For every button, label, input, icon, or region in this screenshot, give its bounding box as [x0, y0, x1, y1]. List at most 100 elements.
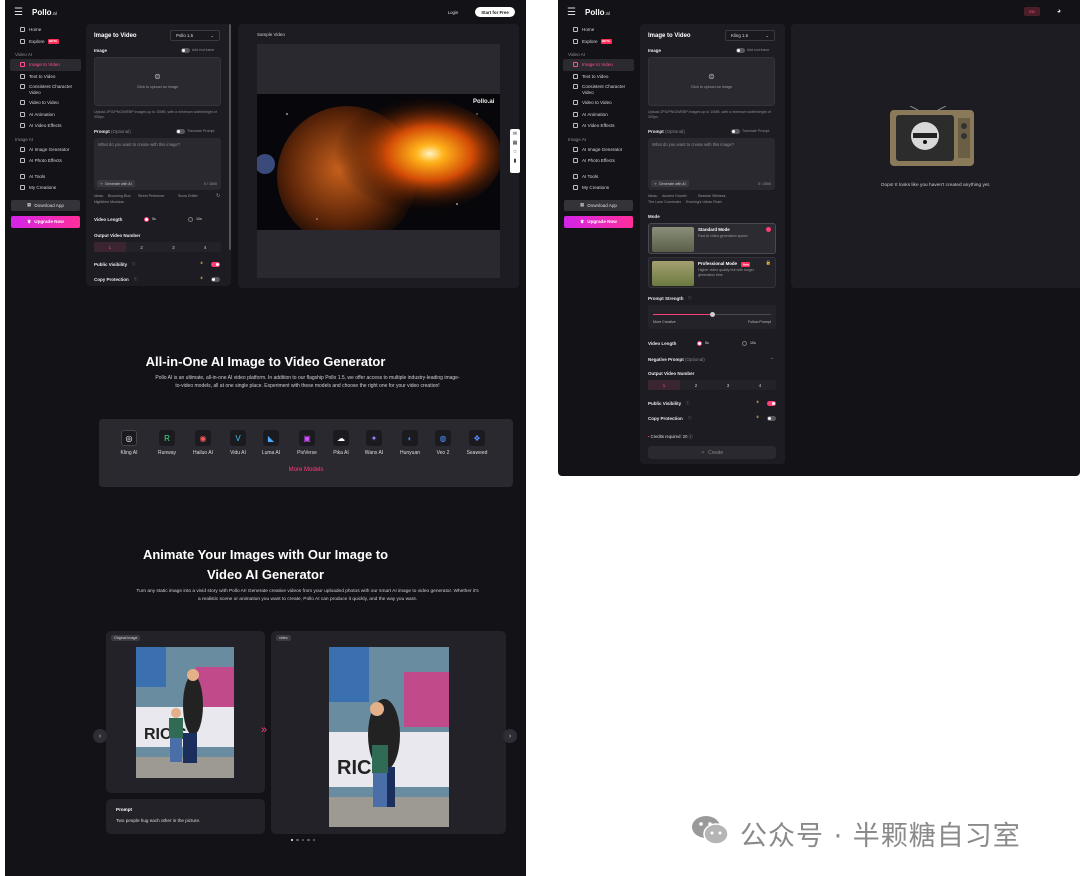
model-seaweed[interactable]: ❖ Seaweed	[462, 430, 492, 456]
model-runway[interactable]: R Runway	[152, 430, 182, 456]
model-veo[interactable]: ◍ Veo 2	[428, 430, 458, 456]
carousel-next-button[interactable]: ›	[503, 729, 517, 743]
standard-mode-card[interactable]: Standard Mode Fast AI video generation s…	[648, 223, 776, 254]
star-icon[interactable]: ☆	[510, 147, 520, 156]
idea-tag[interactable]: Seaside Stillness	[698, 194, 725, 198]
image-upload-area[interactable]: ⊜ Click to upload an image	[648, 57, 775, 106]
output-option-3[interactable]: 3	[158, 242, 190, 252]
nav-ai-animation[interactable]: AI Animation	[10, 109, 81, 121]
video-player[interactable]: Pollo.ai	[257, 44, 500, 278]
refresh-icon[interactable]: ↻	[216, 193, 220, 199]
language-badge[interactable]: EN	[1024, 7, 1040, 16]
output-option-3[interactable]: 3	[712, 380, 744, 390]
carousel-dot[interactable]	[296, 839, 299, 842]
output-option-4[interactable]: 4	[189, 242, 221, 252]
model-pika[interactable]: ☁ Pika AI	[326, 430, 356, 456]
menu-icon[interactable]: ☰	[567, 7, 579, 18]
idea-tag[interactable]: Snow Drifter	[178, 194, 198, 198]
prompt-textarea[interactable]: What do you want to create with this ima…	[94, 138, 221, 190]
output-option-1[interactable]: 1	[94, 242, 126, 252]
nav-ai-photo-effects[interactable]: AI Photo Effects	[10, 155, 81, 167]
upgrade-now-button[interactable]: ♛ Upgrade Now	[11, 215, 80, 228]
more-models-link[interactable]: More Models	[99, 467, 513, 473]
nav-ai-animation[interactable]: AI Animation	[563, 109, 634, 121]
model-select[interactable]: Kling 1.6 ⌄	[725, 30, 775, 41]
translate-toggle[interactable]	[176, 129, 185, 134]
length-5s-radio[interactable]	[144, 217, 149, 222]
length-5s-radio[interactable]	[697, 341, 702, 346]
nav-consistent-character[interactable]: Consistent Character Video	[563, 82, 634, 97]
length-10s-radio[interactable]	[188, 217, 193, 222]
nav-explore[interactable]: Explore BETA	[10, 36, 81, 48]
copy-protection-toggle[interactable]	[211, 277, 220, 282]
carousel-prev-button[interactable]: ‹	[93, 729, 107, 743]
end-frame-toggle[interactable]	[181, 48, 190, 53]
start-free-button[interactable]: Start for Free	[475, 7, 515, 17]
nav-text-to-video[interactable]: Text to Video	[563, 71, 634, 83]
nav-home[interactable]: Home	[563, 24, 634, 36]
result-video-frame[interactable]: RICIS	[329, 647, 449, 827]
logo[interactable]: Pollo.ai	[32, 8, 57, 17]
output-option-4[interactable]: 4	[744, 380, 776, 390]
public-visibility-toggle[interactable]	[767, 401, 776, 406]
prompt-textarea[interactable]: What do you want to create with this ima…	[648, 138, 775, 190]
nav-ai-tools[interactable]: AI Tools	[563, 171, 634, 183]
upgrade-now-button[interactable]: ♛ Upgrade Now	[564, 215, 633, 228]
model-select[interactable]: Pollo 1.5 ⌄	[170, 30, 220, 41]
model-hailuo[interactable]: ◉ Hailuo AI	[188, 430, 218, 456]
negative-prompt-label[interactable]: Negative Prompt (Optional)	[648, 357, 705, 362]
end-frame-toggle[interactable]	[736, 48, 745, 53]
idea-tag[interactable]: Evening's Urban Rush	[686, 200, 722, 204]
model-pixverse[interactable]: ▣ PixVerse	[292, 430, 322, 456]
output-option-2[interactable]: 2	[126, 242, 158, 252]
login-button[interactable]: Login	[442, 7, 464, 17]
carousel-dot[interactable]	[301, 839, 305, 842]
nav-ai-video-effects[interactable]: AI Video Effects	[563, 120, 634, 132]
chevron-down-icon[interactable]: ⌄	[770, 356, 774, 361]
download-app-button[interactable]: ▦ Download App	[11, 199, 80, 211]
model-hunyuan[interactable]: ◐ Hunyuan	[395, 430, 425, 456]
copy-protection-toggle[interactable]	[767, 416, 776, 421]
nav-ai-video-effects[interactable]: AI Video Effects	[10, 120, 81, 132]
create-button[interactable]: ✧ Create	[648, 446, 776, 459]
nav-explore[interactable]: Explore BETA	[563, 36, 634, 48]
logo[interactable]: Pollo.ai	[585, 8, 610, 17]
download-app-button[interactable]: ▦ Download App	[564, 199, 633, 211]
nav-my-creations[interactable]: My Creations	[563, 182, 634, 194]
avatar[interactable]: ◕	[1052, 7, 1066, 16]
prompt-strength-slider[interactable]: More Creative Follow Prompt	[648, 305, 776, 329]
nav-ai-image-generator[interactable]: AI Image Generator	[563, 144, 634, 156]
nav-image-to-video[interactable]: Image to Video	[563, 59, 634, 71]
form-scrollbar[interactable]	[229, 24, 231, 250]
idea-tag[interactable]: Blooming Bud	[108, 194, 130, 198]
nav-ai-photo-effects[interactable]: AI Photo Effects	[563, 155, 634, 167]
output-option-1[interactable]: 1	[648, 380, 680, 390]
nav-ai-image-generator[interactable]: AI Image Generator	[10, 144, 81, 156]
generate-with-ai-button[interactable]: ✧ Generate with AI	[97, 180, 135, 187]
model-luma[interactable]: ◣ Luma AI	[256, 430, 286, 456]
translate-toggle[interactable]	[731, 129, 740, 134]
nav-video-to-video[interactable]: Video to Video	[563, 97, 634, 109]
nav-consistent-character[interactable]: Consistent Character Video	[10, 82, 81, 97]
grid-icon[interactable]: ▦	[510, 138, 520, 147]
nav-video-to-video[interactable]: Video to Video	[10, 97, 81, 109]
length-10s-radio[interactable]	[742, 341, 747, 346]
carousel-dot[interactable]	[307, 839, 310, 842]
idea-tag[interactable]: Nighttime Musician	[94, 200, 124, 204]
output-option-2[interactable]: 2	[680, 380, 712, 390]
slider-thumb[interactable]	[710, 312, 715, 317]
generate-with-ai-button[interactable]: ✧ Generate with AI	[651, 180, 689, 187]
bookmark-icon[interactable]: ▮	[510, 156, 520, 165]
carousel-dot[interactable]	[291, 839, 294, 842]
professional-mode-card[interactable]: Professional Mode New Higher video quali…	[648, 257, 776, 288]
nav-text-to-video[interactable]: Text to Video	[10, 71, 81, 83]
model-wanx[interactable]: ✦ Wanx AI	[359, 430, 389, 456]
carousel-dot[interactable]	[312, 839, 315, 842]
public-visibility-toggle[interactable]	[211, 262, 220, 267]
nav-home[interactable]: Home	[10, 24, 81, 36]
idea-tag[interactable]: Ancient Growth	[662, 194, 687, 198]
nav-image-to-video[interactable]: Image to Video	[10, 59, 81, 71]
menu-icon[interactable]: ☰	[14, 7, 26, 18]
model-vidu[interactable]: V Vidu AI	[223, 430, 253, 456]
nav-ai-tools[interactable]: AI Tools	[10, 171, 81, 183]
